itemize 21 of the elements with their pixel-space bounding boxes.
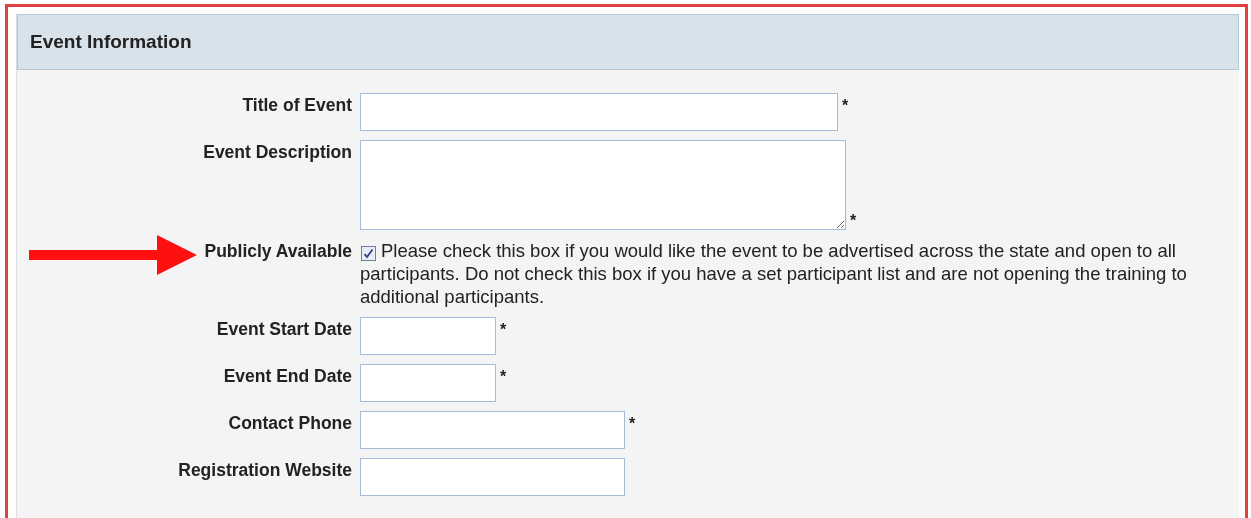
field-label: Registration Website [178,459,352,482]
field-label: Event Start Date [216,318,352,341]
help-text: Please check this box if you would like the event to be advertised across the state and open to all participants. Do not check this box if you have a set participant list and are not opening the training to additional participants. [360,239,1188,308]
input-field[interactable] [360,140,846,230]
required-mark: * [629,414,636,433]
input-field[interactable] [360,411,625,449]
required-mark: * [850,211,857,230]
field-label: Event End Date [223,365,352,388]
input-field[interactable] [360,93,838,131]
field-label: Title of Event [242,94,352,117]
field-label: Publicly Available [204,240,352,263]
required-mark: * [500,367,507,386]
input-field[interactable] [360,317,496,355]
field-label: Contact Phone [228,412,352,435]
input-field[interactable] [360,458,625,496]
field-label: Event Description [203,141,352,164]
section-title: Event Information [30,31,192,53]
checkbox[interactable] [361,246,376,261]
required-mark: * [842,96,849,115]
required-mark: * [500,320,507,339]
input-field[interactable] [360,364,496,402]
